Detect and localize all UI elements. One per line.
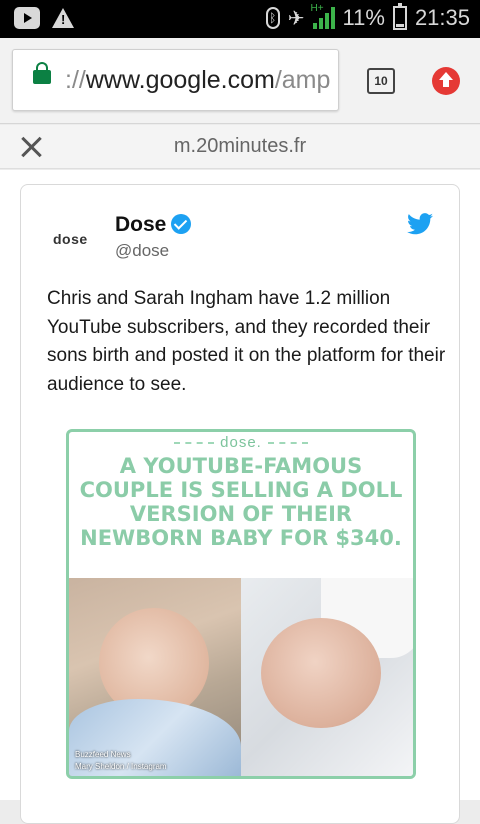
url-bar[interactable]: ://www.google.com/amp (12, 49, 339, 111)
media-headline: A YouTube-famous couple is selling a dol… (79, 454, 403, 550)
media-credits: Buzzfeed News Mary Sheldon / Instagram (75, 750, 167, 771)
baby-photo-left: Buzzfeed News Mary Sheldon / Instagram (69, 578, 241, 776)
page-content: dose Dose @dose Chris and Sarah Ingham h… (0, 170, 480, 824)
battery-percent: 11% (342, 5, 385, 30)
amp-domain[interactable]: m.20minutes.fr (0, 135, 480, 158)
tweet-author-handle[interactable]: @dose (115, 241, 169, 261)
tab-switcher-button[interactable]: 10 (367, 68, 395, 94)
signal-icon: H+ (311, 3, 335, 29)
avatar[interactable]: dose (49, 215, 101, 267)
network-type: H+ (310, 3, 324, 14)
amp-header: m.20minutes.fr (0, 125, 480, 169)
status-bar: ! ᛒ ✈ H+ 11% 21:35 (0, 0, 480, 38)
mute-icon: ✈ (287, 7, 305, 30)
verified-icon (171, 214, 191, 234)
tweet-media-image[interactable]: dose. A YouTube-famous couple is selling… (66, 429, 416, 779)
youtube-icon (14, 7, 40, 29)
baby-photo-right (241, 578, 413, 776)
tweet-text: Chris and Sarah Ingham have 1.2 million … (47, 288, 446, 395)
clock: 21:35 (414, 5, 470, 30)
media-logo: dose. (69, 434, 413, 451)
battery-icon (392, 3, 407, 30)
media-photos: Buzzfeed News Mary Sheldon / Instagram (69, 578, 413, 776)
bluetooth-icon: ᛒ (265, 7, 280, 29)
twitter-icon[interactable] (407, 213, 433, 235)
tweet-author-name[interactable]: Dose (115, 213, 166, 237)
browser-toolbar: ://www.google.com/amp 10 (0, 38, 480, 124)
lock-icon[interactable] (33, 62, 51, 84)
tweet-card[interactable]: dose Dose @dose Chris and Sarah Ingham h… (20, 184, 460, 824)
url-text[interactable]: ://www.google.com/amp (65, 66, 330, 95)
warning-icon: ! (52, 8, 74, 28)
update-icon[interactable] (432, 67, 460, 95)
